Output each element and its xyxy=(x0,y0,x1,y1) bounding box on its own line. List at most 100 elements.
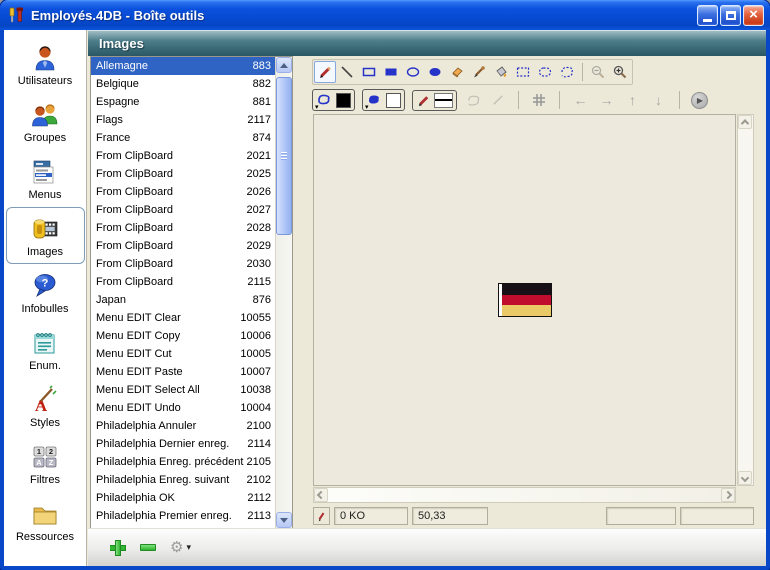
list-item[interactable]: Japan876 xyxy=(91,291,275,309)
sidebar-item-enum[interactable]: Enum. xyxy=(6,321,85,378)
sidebar-item-ressources[interactable]: Ressources xyxy=(6,492,85,549)
list-item[interactable]: Philadelphia Annuler2100 xyxy=(91,417,275,435)
oval-tool[interactable] xyxy=(402,61,424,83)
foreground-color-picker[interactable]: ▾ xyxy=(312,89,355,111)
canvas[interactable] xyxy=(313,114,736,486)
close-button[interactable]: × xyxy=(743,5,764,26)
list-item[interactable]: Philadelphia OK2112 xyxy=(91,489,275,507)
sidebar-item-utilisateurs[interactable]: Utilisateurs xyxy=(6,36,85,93)
list-item[interactable]: Menu EDIT Clear10055 xyxy=(91,309,275,327)
move-left-button[interactable]: ← xyxy=(571,91,590,110)
resources-icon xyxy=(29,498,61,530)
list-item[interactable]: Espagne881 xyxy=(91,93,275,111)
sidebar-item-menus[interactable]: Menus xyxy=(6,150,85,207)
current-tool-indicator xyxy=(313,507,330,525)
pencil-tool[interactable] xyxy=(314,61,336,83)
move-up-button[interactable]: ↑ xyxy=(623,91,642,110)
image-id: 10055 xyxy=(240,312,271,324)
list-item[interactable]: Menu EDIT Select All10038 xyxy=(91,381,275,399)
list-item[interactable]: Philadelphia Dernier enreg.2114 xyxy=(91,435,275,453)
chevron-down-icon xyxy=(741,474,749,482)
filled-rectangle-icon xyxy=(383,64,399,80)
image-id: 882 xyxy=(253,78,271,90)
scroll-down-button[interactable] xyxy=(276,512,292,528)
list-item[interactable]: Philadelphia Enreg. précédent2105 xyxy=(91,453,275,471)
image-name: Menu EDIT Cut xyxy=(96,348,240,360)
image-id: 10004 xyxy=(240,402,271,414)
canvas-vscrollbar[interactable] xyxy=(737,114,754,486)
zoom-in-tool[interactable] xyxy=(609,61,631,83)
image-name: From ClipBoard xyxy=(96,276,247,288)
sidebar-item-filtres[interactable]: 1 2 A Z Filtres xyxy=(6,435,85,492)
image-id: 876 xyxy=(253,294,271,306)
move-right-button[interactable]: → xyxy=(597,91,616,110)
list-item[interactable]: From ClipBoard2021 xyxy=(91,147,275,165)
sidebar-item-images[interactable]: Images xyxy=(6,207,85,264)
actions-menu-button[interactable]: ⚙ ▾ xyxy=(170,540,191,555)
list-item[interactable]: From ClipBoard2115 xyxy=(91,273,275,291)
line-tool[interactable] xyxy=(336,61,358,83)
list-item[interactable]: From ClipBoard2028 xyxy=(91,219,275,237)
list-item[interactable]: From ClipBoard2027 xyxy=(91,201,275,219)
canvas-scroll-up-button[interactable] xyxy=(738,115,752,129)
canvas-scroll-down-button[interactable] xyxy=(738,471,752,485)
list-item[interactable]: From ClipBoard2030 xyxy=(91,255,275,273)
list-item[interactable]: Philadelphia Enreg. suivant2102 xyxy=(91,471,275,489)
move-down-button[interactable]: ↓ xyxy=(649,91,668,110)
remove-button[interactable] xyxy=(140,544,156,551)
zoom-out-tool[interactable] xyxy=(587,61,609,83)
sidebar-item-styles[interactable]: A Styles xyxy=(6,378,85,435)
filled-rectangle-tool[interactable] xyxy=(380,61,402,83)
rect-selection-tool[interactable] xyxy=(512,61,534,83)
canvas-scroll-right-button[interactable] xyxy=(721,488,735,502)
list-item[interactable]: Menu EDIT Cut10005 xyxy=(91,345,275,363)
filled-oval-tool[interactable] xyxy=(424,61,446,83)
minimize-button[interactable] xyxy=(697,5,718,26)
foreground-color-swatch xyxy=(336,93,351,108)
image-list: Allemagne883Belgique882Espagne881Flags21… xyxy=(90,56,293,529)
scroll-up-button[interactable] xyxy=(276,57,292,73)
image-name: From ClipBoard xyxy=(96,150,247,162)
line-width-picker[interactable] xyxy=(412,90,457,111)
list-item[interactable]: From ClipBoard2029 xyxy=(91,237,275,255)
list-item[interactable]: Menu EDIT Copy10006 xyxy=(91,327,275,345)
eraser-tool[interactable] xyxy=(446,61,468,83)
canvas-hscrollbar[interactable] xyxy=(313,487,736,503)
title-bar[interactable]: Employés.4DB - Boîte outils × xyxy=(0,0,770,30)
background-color-picker[interactable]: ▾ xyxy=(362,89,405,111)
list-item[interactable]: Philadelphia Premier enreg.2113 xyxy=(91,507,275,525)
eyedropper-tool[interactable] xyxy=(468,61,490,83)
line-width-sample xyxy=(434,93,453,108)
window-controls: × xyxy=(697,5,764,26)
image-id: 2026 xyxy=(247,186,271,198)
play-button[interactable]: ▶ xyxy=(691,92,708,109)
sidebar-item-groupes[interactable]: Groupes xyxy=(6,93,85,150)
list-item[interactable]: Menu EDIT Undo10004 xyxy=(91,399,275,417)
add-button[interactable] xyxy=(110,540,126,556)
list-scrollbar[interactable] xyxy=(275,57,292,528)
scrollbar-thumb[interactable] xyxy=(276,77,292,235)
svg-text:?: ? xyxy=(42,278,49,290)
list-item[interactable]: France874 xyxy=(91,129,275,147)
rectangle-tool[interactable] xyxy=(358,61,380,83)
list-item[interactable]: Belgique882 xyxy=(91,75,275,93)
lasso-option-icon[interactable] xyxy=(464,91,482,109)
paint-bucket-tool[interactable] xyxy=(490,61,512,83)
grid-tool[interactable] xyxy=(530,91,548,109)
canvas-scroll-left-button[interactable] xyxy=(314,488,328,502)
svg-text:1: 1 xyxy=(37,447,41,456)
list-item[interactable]: From ClipBoard2026 xyxy=(91,183,275,201)
line-option-icon[interactable] xyxy=(489,91,507,109)
caret-icon: ▾ xyxy=(315,104,319,111)
image-name: From ClipBoard xyxy=(96,186,247,198)
flag-stripe-black xyxy=(502,284,551,295)
list-item[interactable]: Flags2117 xyxy=(91,111,275,129)
oval-selection-tool[interactable] xyxy=(534,61,556,83)
lasso-selection-tool[interactable] xyxy=(556,61,578,83)
maximize-button[interactable] xyxy=(720,5,741,26)
list-item[interactable]: Menu EDIT Paste10007 xyxy=(91,363,275,381)
list-item[interactable]: Allemagne883 xyxy=(91,57,275,75)
list-item[interactable]: From ClipBoard2025 xyxy=(91,165,275,183)
page-header: Images xyxy=(88,30,766,56)
sidebar-item-infobulles[interactable]: ? Infobulles xyxy=(6,264,85,321)
